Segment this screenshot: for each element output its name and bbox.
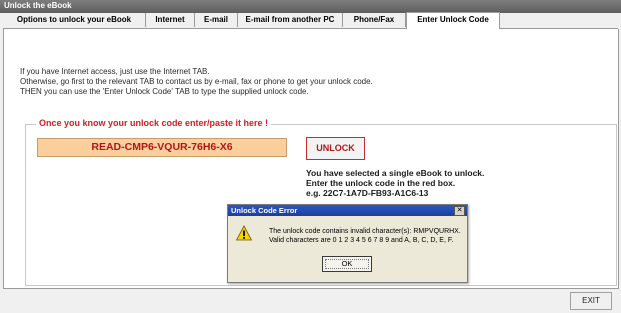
unlock-help-text: You have selected a single eBook to unlo… (306, 168, 484, 198)
tab-internet[interactable]: Internet (146, 13, 195, 27)
tab-email-another-pc[interactable]: E-mail from another PC (238, 13, 343, 27)
dialog-message-line: The unlock code contains invalid charact… (269, 228, 461, 235)
dialog-title: Unlock Code Error (231, 206, 298, 215)
unlock-group-label: Once you know your unlock code enter/pas… (36, 118, 272, 128)
ok-button[interactable]: OK (322, 256, 372, 272)
window-title: Unlock the eBook (4, 1, 72, 10)
help-line: e.g. 22C7-1A7D-FB93-A1C6-13 (306, 188, 429, 198)
unlock-ebook-window: Unlock the eBook Options to unlock your … (0, 0, 621, 313)
tab-email[interactable]: E-mail (195, 13, 238, 27)
warning-icon (236, 225, 252, 241)
dialog-message: The unlock code contains invalid charact… (269, 227, 461, 245)
instruction-line: Otherwise, go first to the relevant TAB … (20, 77, 373, 86)
unlock-code-input[interactable]: READ-CMP6-VQUR-76H6-X6 (37, 138, 287, 157)
exit-button[interactable]: EXIT (570, 292, 612, 310)
dialog-message-line: Valid characters are 0 1 2 3 4 5 6 7 8 9… (269, 237, 454, 244)
unlock-button[interactable]: UNLOCK (306, 137, 365, 160)
tab-phone-fax[interactable]: Phone/Fax (343, 13, 406, 27)
title-bar: Unlock the eBook (0, 0, 621, 13)
tab-enter-unlock-code[interactable]: Enter Unlock Code (406, 12, 500, 29)
tab-strip: Options to unlock your eBook Internet E-… (3, 12, 618, 29)
help-line: You have selected a single eBook to unlo… (306, 168, 485, 178)
close-icon[interactable]: ✕ (454, 206, 465, 216)
help-line: Enter the unlock code in the red box. (306, 178, 456, 188)
instructions: If you have Internet access, just use th… (20, 67, 373, 97)
unlock-error-dialog: Unlock Code Error ✕ The unlock code cont… (227, 204, 468, 283)
instruction-line: If you have Internet access, just use th… (20, 67, 210, 76)
tab-options[interactable]: Options to unlock your eBook (3, 13, 146, 27)
dialog-title-bar: Unlock Code Error ✕ (228, 205, 467, 216)
instruction-line: THEN you can use the 'Enter Unlock Code'… (20, 87, 309, 96)
